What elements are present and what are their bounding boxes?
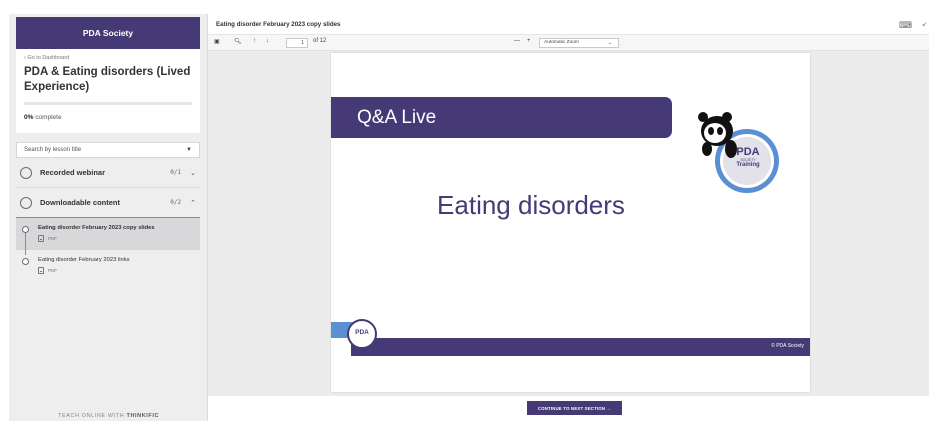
zoom-select[interactable]: Automatic Zoom ⌄: [539, 38, 619, 48]
zoom-out-icon[interactable]: —: [514, 38, 520, 44]
chevron-down-icon: ⌄: [607, 40, 612, 46]
search-icon[interactable]: 🔍︎: [234, 38, 242, 45]
document-icon: [38, 235, 44, 242]
page-total: of 12: [313, 38, 327, 44]
logo-sub-training: Training: [736, 162, 760, 168]
slide-footer-band: © PDA Society: [351, 338, 810, 356]
lesson-title: Eating disorder February 2023 copy slide…: [38, 225, 155, 231]
search-placeholder: Search by lesson title: [24, 147, 82, 153]
pda-training-logo: PDA SOCIETY Training: [689, 103, 779, 193]
chapter-recorded-webinar[interactable]: Recorded webinar 0/1 ⌄: [16, 158, 200, 188]
chapter-count: 0/1: [170, 169, 182, 176]
thinkific-footer[interactable]: TEACH ONLINE WITH THINKIFIC: [9, 413, 208, 419]
course-title: PDA & Eating disorders (Lived Experience…: [24, 66, 191, 93]
continue-button[interactable]: CONTINUE TO NEXT SECTION →: [527, 401, 622, 415]
lesson-title: Eating disorder February 2023 links: [38, 257, 130, 263]
pdf-page-area[interactable]: Q&A Live PDA SOCIETY Training Eating dis…: [208, 51, 929, 396]
footer-logo-text: PDA: [355, 329, 369, 336]
chapter-title: Recorded webinar: [40, 168, 106, 177]
lesson-type: PDF: [38, 235, 194, 242]
sidebar-toggle-icon[interactable]: ▣: [214, 38, 220, 45]
progress-suffix: complete: [33, 114, 62, 121]
app-root: PDA Society ‹ Go to Dashboard PDA & Eati…: [0, 0, 929, 421]
progress-text: 0% complete: [24, 114, 192, 121]
zoom-value: Automatic Zoom: [544, 40, 579, 45]
logo-text-group: PDA SOCIETY Training: [727, 146, 769, 169]
incomplete-circle-icon: [20, 166, 32, 179]
page-number-input[interactable]: 1: [286, 38, 308, 48]
incomplete-circle-icon: [20, 196, 32, 209]
lesson-type: PDF: [38, 267, 194, 274]
slide-banner: Q&A Live: [331, 97, 672, 138]
content-viewer: Eating disorder February 2023 copy slide…: [208, 14, 929, 421]
lesson-type-label: PDF: [48, 236, 57, 241]
lesson-status-icon: [22, 258, 29, 265]
progress-bar: [24, 102, 192, 105]
lesson-status-icon: [22, 226, 29, 233]
chevron-down-icon: ⌄: [190, 169, 196, 177]
document-icon: [38, 267, 44, 274]
back-to-dashboard-link[interactable]: ‹ Go to Dashboard: [24, 55, 192, 61]
next-page-icon[interactable]: ↓: [266, 38, 269, 44]
lesson-item-slides[interactable]: Eating disorder February 2023 copy slide…: [16, 218, 200, 255]
caret-down-icon: ▼: [186, 147, 192, 153]
slide-copyright: © PDA Society: [771, 343, 804, 349]
expand-icon[interactable]: ↙: [922, 21, 927, 28]
presentation-icon[interactable]: ⌨: [899, 20, 912, 31]
course-card: ‹ Go to Dashboard PDA & Eating disorders…: [16, 49, 200, 133]
school-name[interactable]: PDA Society: [16, 17, 200, 49]
bottom-bar: CONTINUE TO NEXT SECTION →: [208, 396, 929, 421]
lesson-search-select[interactable]: Search by lesson title ▼: [16, 142, 200, 158]
footer-brand: THINKIFIC: [126, 413, 160, 419]
slide-page: Q&A Live PDA SOCIETY Training Eating dis…: [331, 53, 810, 392]
footer-prefix: TEACH ONLINE WITH: [57, 413, 127, 419]
chevron-up-icon: ⌃: [190, 199, 196, 207]
logo-text: PDA: [736, 146, 760, 158]
slide-footer-logo: PDA: [347, 319, 377, 349]
chapter-downloadable-content[interactable]: Downloadable content 0/2 ⌃: [16, 188, 200, 218]
previous-page-icon[interactable]: ↑: [253, 38, 256, 44]
pdf-toolbar: ▣ 🔍︎ ↑ ↓ 1 of 12 — + Automatic Zoom ⌄: [208, 35, 929, 51]
course-sidebar: PDA Society ‹ Go to Dashboard PDA & Eati…: [9, 14, 208, 421]
progress-value: 0%: [24, 114, 34, 121]
chapter-count: 0/2: [170, 199, 182, 206]
lesson-type-label: PDF: [48, 268, 57, 273]
chapter-title: Downloadable content: [40, 198, 121, 207]
slide-title: Eating disorders: [437, 190, 625, 220]
lesson-title-bar: Eating disorder February 2023 copy slide…: [208, 14, 929, 35]
zoom-in-icon[interactable]: +: [527, 38, 531, 44]
document-title: Eating disorder February 2023 copy slide…: [216, 20, 341, 28]
lesson-item-links[interactable]: Eating disorder February 2023 links PDF: [16, 250, 200, 282]
